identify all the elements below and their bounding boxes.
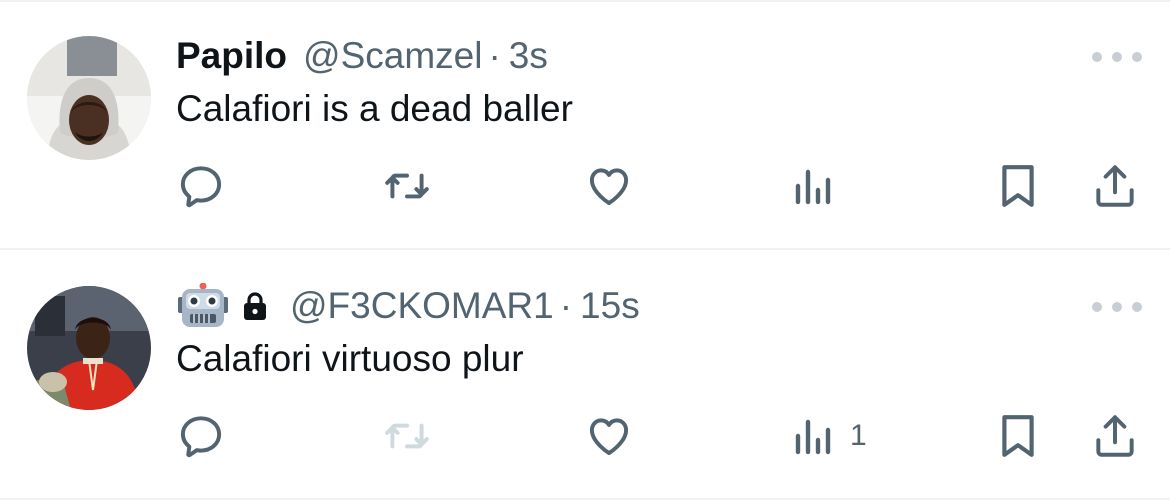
reply-icon [180,416,222,458]
views-icon [795,419,831,455]
display-name[interactable]: Papilo [176,35,287,77]
heart-icon [589,168,629,206]
share-button[interactable] [1090,158,1140,214]
more-options-icon[interactable] [1092,48,1142,66]
reply-button[interactable] [176,158,226,214]
like-button[interactable] [583,408,635,464]
more-dot [1132,52,1142,62]
avatar[interactable] [27,286,151,410]
bookmark-icon [1002,165,1034,207]
share-icon [1096,415,1134,457]
timestamp[interactable]: 3s [509,35,548,77]
tweet[interactable]: Papilo @Scamzel · 3s Calafiori is a dead… [0,0,1170,250]
views-button[interactable]: 1 [792,408,867,464]
tweet-text: Calafiori is a dead baller [176,88,573,129]
bookmark-button[interactable] [995,408,1041,464]
like-button[interactable] [583,158,635,214]
more-options-icon[interactable] [1092,298,1142,316]
more-dot [1092,302,1102,312]
reply-button[interactable] [176,408,226,464]
timeline-feed: Papilo @Scamzel · 3s Calafiori is a dead… [0,0,1170,501]
tweet-actions: 1 [0,408,1170,464]
views-button[interactable] [792,158,850,214]
lock-icon [242,291,268,321]
more-dot [1112,302,1122,312]
heart-icon [589,418,629,456]
user-handle[interactable]: @F3CKOMAR1 [290,285,554,327]
retweet-button [382,408,432,464]
avatar[interactable] [27,36,151,160]
retweet-icon [385,173,429,199]
tweet-text: Calafiori virtuoso plur [176,338,524,379]
views-count: 1 [850,419,867,452]
retweet-button[interactable] [382,158,432,214]
tweet-header: @F3CKOMAR1 · 15s [176,282,640,330]
bookmark-icon [1002,415,1034,457]
tweet-header: Papilo @Scamzel · 3s [176,32,548,80]
tweet[interactable]: @F3CKOMAR1 · 15s Calafiori virtuoso plur [0,250,1170,500]
avatar-photo [27,286,151,410]
more-dot [1112,52,1122,62]
avatar-photo [27,36,151,160]
retweet-icon [385,423,429,449]
timestamp[interactable]: 15s [580,285,640,327]
views-icon [795,169,831,205]
share-button[interactable] [1090,408,1140,464]
reply-icon [180,166,222,208]
separator-dot: · [559,285,573,326]
more-dot [1092,52,1102,62]
share-icon [1096,165,1134,207]
robot-emoji-icon [176,283,230,329]
user-handle[interactable]: @Scamzel [303,35,482,77]
tweet-actions [0,158,1170,214]
bookmark-button[interactable] [995,158,1041,214]
separator-dot: · [488,35,501,76]
more-dot [1132,302,1142,312]
